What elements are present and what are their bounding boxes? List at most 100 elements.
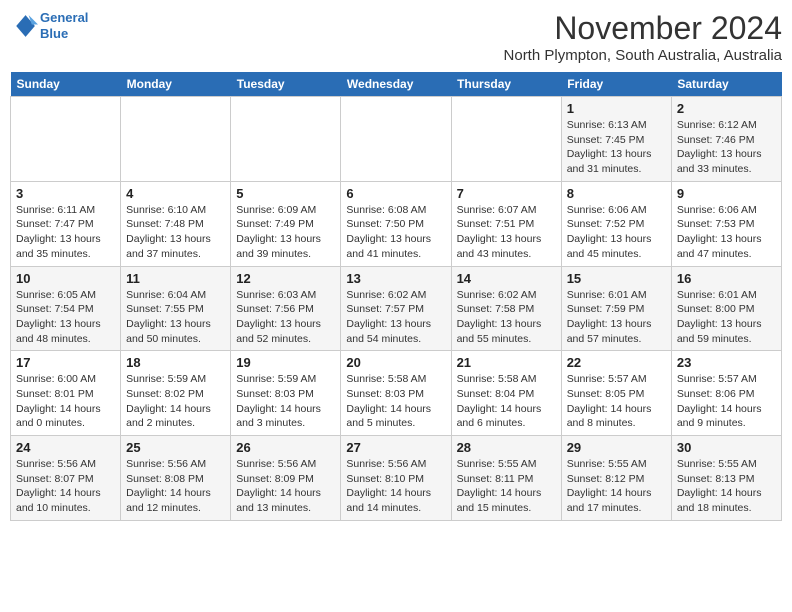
day-number: 11: [126, 271, 225, 286]
day-number: 24: [16, 440, 115, 455]
day-info: Sunrise: 6:08 AM Sunset: 7:50 PM Dayligh…: [346, 203, 445, 262]
day-number: 26: [236, 440, 335, 455]
day-info: Sunrise: 5:55 AM Sunset: 8:11 PM Dayligh…: [457, 457, 556, 516]
day-info: Sunrise: 5:59 AM Sunset: 8:02 PM Dayligh…: [126, 372, 225, 431]
calendar-cell: 2 Sunrise: 6:12 AM Sunset: 7:46 PM Daylig…: [671, 97, 781, 182]
day-number: 15: [567, 271, 666, 286]
day-info: Sunrise: 6:13 AM Sunset: 7:45 PM Dayligh…: [567, 118, 666, 177]
calendar-cell: 1 Sunrise: 6:13 AM Sunset: 7:45 PM Daylig…: [561, 97, 671, 182]
weekday-header: Tuesday: [231, 72, 341, 97]
day-number: 29: [567, 440, 666, 455]
weekday-header: Thursday: [451, 72, 561, 97]
calendar-cell: [121, 97, 231, 182]
day-info: Sunrise: 5:56 AM Sunset: 8:09 PM Dayligh…: [236, 457, 335, 516]
day-number: 4: [126, 186, 225, 201]
calendar-cell: 6 Sunrise: 6:08 AM Sunset: 7:50 PM Daylig…: [341, 181, 451, 266]
calendar-cell: [231, 97, 341, 182]
day-info: Sunrise: 6:04 AM Sunset: 7:55 PM Dayligh…: [126, 288, 225, 347]
calendar-cell: 15 Sunrise: 6:01 AM Sunset: 7:59 PM Dayli…: [561, 266, 671, 351]
day-info: Sunrise: 5:57 AM Sunset: 8:05 PM Dayligh…: [567, 372, 666, 431]
calendar-week-row: 24 Sunrise: 5:56 AM Sunset: 8:07 PM Dayli…: [11, 436, 782, 521]
day-number: 18: [126, 355, 225, 370]
day-info: Sunrise: 6:02 AM Sunset: 7:58 PM Dayligh…: [457, 288, 556, 347]
day-info: Sunrise: 5:56 AM Sunset: 8:08 PM Dayligh…: [126, 457, 225, 516]
calendar-cell: 26 Sunrise: 5:56 AM Sunset: 8:09 PM Dayli…: [231, 436, 341, 521]
calendar-cell: 16Sunrise: 6:01 AM Sunset: 8:00 PM Dayli…: [671, 266, 781, 351]
day-number: 10: [16, 271, 115, 286]
weekday-header: Sunday: [11, 72, 121, 97]
day-info: Sunrise: 6:06 AM Sunset: 7:52 PM Dayligh…: [567, 203, 666, 262]
weekday-header: Wednesday: [341, 72, 451, 97]
calendar-week-row: 3Sunrise: 6:11 AM Sunset: 7:47 PM Daylig…: [11, 181, 782, 266]
day-info: Sunrise: 5:56 AM Sunset: 8:07 PM Dayligh…: [16, 457, 115, 516]
day-number: 6: [346, 186, 445, 201]
calendar-cell: 17 Sunrise: 6:00 AM Sunset: 8:01 PM Dayli…: [11, 351, 121, 436]
day-number: 5: [236, 186, 335, 201]
day-number: 23: [677, 355, 776, 370]
weekday-header: Monday: [121, 72, 231, 97]
page-header: General Blue November 2024 North Plympto…: [10, 10, 782, 64]
day-info: Sunrise: 5:56 AM Sunset: 8:10 PM Dayligh…: [346, 457, 445, 516]
calendar-cell: 27 Sunrise: 5:56 AM Sunset: 8:10 PM Dayli…: [341, 436, 451, 521]
location-title: North Plympton, South Australia, Austral…: [504, 47, 782, 64]
day-info: Sunrise: 5:58 AM Sunset: 8:03 PM Dayligh…: [346, 372, 445, 431]
calendar-cell: [341, 97, 451, 182]
day-info: Sunrise: 6:05 AM Sunset: 7:54 PM Dayligh…: [16, 288, 115, 347]
day-info: Sunrise: 5:55 AM Sunset: 8:13 PM Dayligh…: [677, 457, 776, 516]
day-number: 13: [346, 271, 445, 286]
month-title: November 2024: [504, 10, 782, 47]
calendar-cell: 10 Sunrise: 6:05 AM Sunset: 7:54 PM Dayli…: [11, 266, 121, 351]
calendar-cell: 29 Sunrise: 5:55 AM Sunset: 8:12 PM Dayli…: [561, 436, 671, 521]
day-number: 22: [567, 355, 666, 370]
day-number: 17: [16, 355, 115, 370]
day-number: 30: [677, 440, 776, 455]
day-info: Sunrise: 6:03 AM Sunset: 7:56 PM Dayligh…: [236, 288, 335, 347]
calendar-cell: 11 Sunrise: 6:04 AM Sunset: 7:55 PM Dayli…: [121, 266, 231, 351]
calendar-table: SundayMondayTuesdayWednesdayThursdayFrid…: [10, 72, 782, 521]
calendar-week-row: 10 Sunrise: 6:05 AM Sunset: 7:54 PM Dayli…: [11, 266, 782, 351]
day-info: Sunrise: 6:01 AM Sunset: 7:59 PM Dayligh…: [567, 288, 666, 347]
calendar-cell: 9 Sunrise: 6:06 AM Sunset: 7:53 PM Daylig…: [671, 181, 781, 266]
calendar-cell: 25 Sunrise: 5:56 AM Sunset: 8:08 PM Dayli…: [121, 436, 231, 521]
day-info: Sunrise: 5:58 AM Sunset: 8:04 PM Dayligh…: [457, 372, 556, 431]
day-info: Sunrise: 6:06 AM Sunset: 7:53 PM Dayligh…: [677, 203, 776, 262]
calendar-cell: 8 Sunrise: 6:06 AM Sunset: 7:52 PM Daylig…: [561, 181, 671, 266]
logo-icon: [10, 12, 38, 40]
calendar-cell: 21Sunrise: 5:58 AM Sunset: 8:04 PM Dayli…: [451, 351, 561, 436]
calendar-week-row: 1 Sunrise: 6:13 AM Sunset: 7:45 PM Daylig…: [11, 97, 782, 182]
weekday-header-row: SundayMondayTuesdayWednesdayThursdayFrid…: [11, 72, 782, 97]
day-number: 27: [346, 440, 445, 455]
logo-line2: Blue: [40, 26, 68, 41]
calendar-cell: 14 Sunrise: 6:02 AM Sunset: 7:58 PM Dayli…: [451, 266, 561, 351]
calendar-cell: 19Sunrise: 5:59 AM Sunset: 8:03 PM Dayli…: [231, 351, 341, 436]
calendar-cell: [451, 97, 561, 182]
calendar-cell: 5Sunrise: 6:09 AM Sunset: 7:49 PM Daylig…: [231, 181, 341, 266]
day-info: Sunrise: 6:01 AM Sunset: 8:00 PM Dayligh…: [677, 288, 776, 347]
day-info: Sunrise: 6:00 AM Sunset: 8:01 PM Dayligh…: [16, 372, 115, 431]
weekday-header: Saturday: [671, 72, 781, 97]
day-number: 1: [567, 101, 666, 116]
day-number: 28: [457, 440, 556, 455]
title-block: November 2024 North Plympton, South Aust…: [504, 10, 782, 64]
day-info: Sunrise: 6:12 AM Sunset: 7:46 PM Dayligh…: [677, 118, 776, 177]
day-info: Sunrise: 6:10 AM Sunset: 7:48 PM Dayligh…: [126, 203, 225, 262]
day-number: 2: [677, 101, 776, 116]
day-number: 25: [126, 440, 225, 455]
day-info: Sunrise: 5:59 AM Sunset: 8:03 PM Dayligh…: [236, 372, 335, 431]
calendar-cell: 7Sunrise: 6:07 AM Sunset: 7:51 PM Daylig…: [451, 181, 561, 266]
day-number: 14: [457, 271, 556, 286]
calendar-cell: 18 Sunrise: 5:59 AM Sunset: 8:02 PM Dayli…: [121, 351, 231, 436]
day-number: 8: [567, 186, 666, 201]
logo: General Blue: [10, 10, 88, 41]
calendar-cell: 28 Sunrise: 5:55 AM Sunset: 8:11 PM Dayli…: [451, 436, 561, 521]
day-info: Sunrise: 6:11 AM Sunset: 7:47 PM Dayligh…: [16, 203, 115, 262]
day-number: 20: [346, 355, 445, 370]
calendar-cell: 30 Sunrise: 5:55 AM Sunset: 8:13 PM Dayli…: [671, 436, 781, 521]
day-number: 9: [677, 186, 776, 201]
logo-line1: General: [40, 10, 88, 25]
calendar-cell: 24 Sunrise: 5:56 AM Sunset: 8:07 PM Dayli…: [11, 436, 121, 521]
calendar-cell: [11, 97, 121, 182]
calendar-cell: 12Sunrise: 6:03 AM Sunset: 7:56 PM Dayli…: [231, 266, 341, 351]
day-info: Sunrise: 6:02 AM Sunset: 7:57 PM Dayligh…: [346, 288, 445, 347]
day-info: Sunrise: 5:55 AM Sunset: 8:12 PM Dayligh…: [567, 457, 666, 516]
